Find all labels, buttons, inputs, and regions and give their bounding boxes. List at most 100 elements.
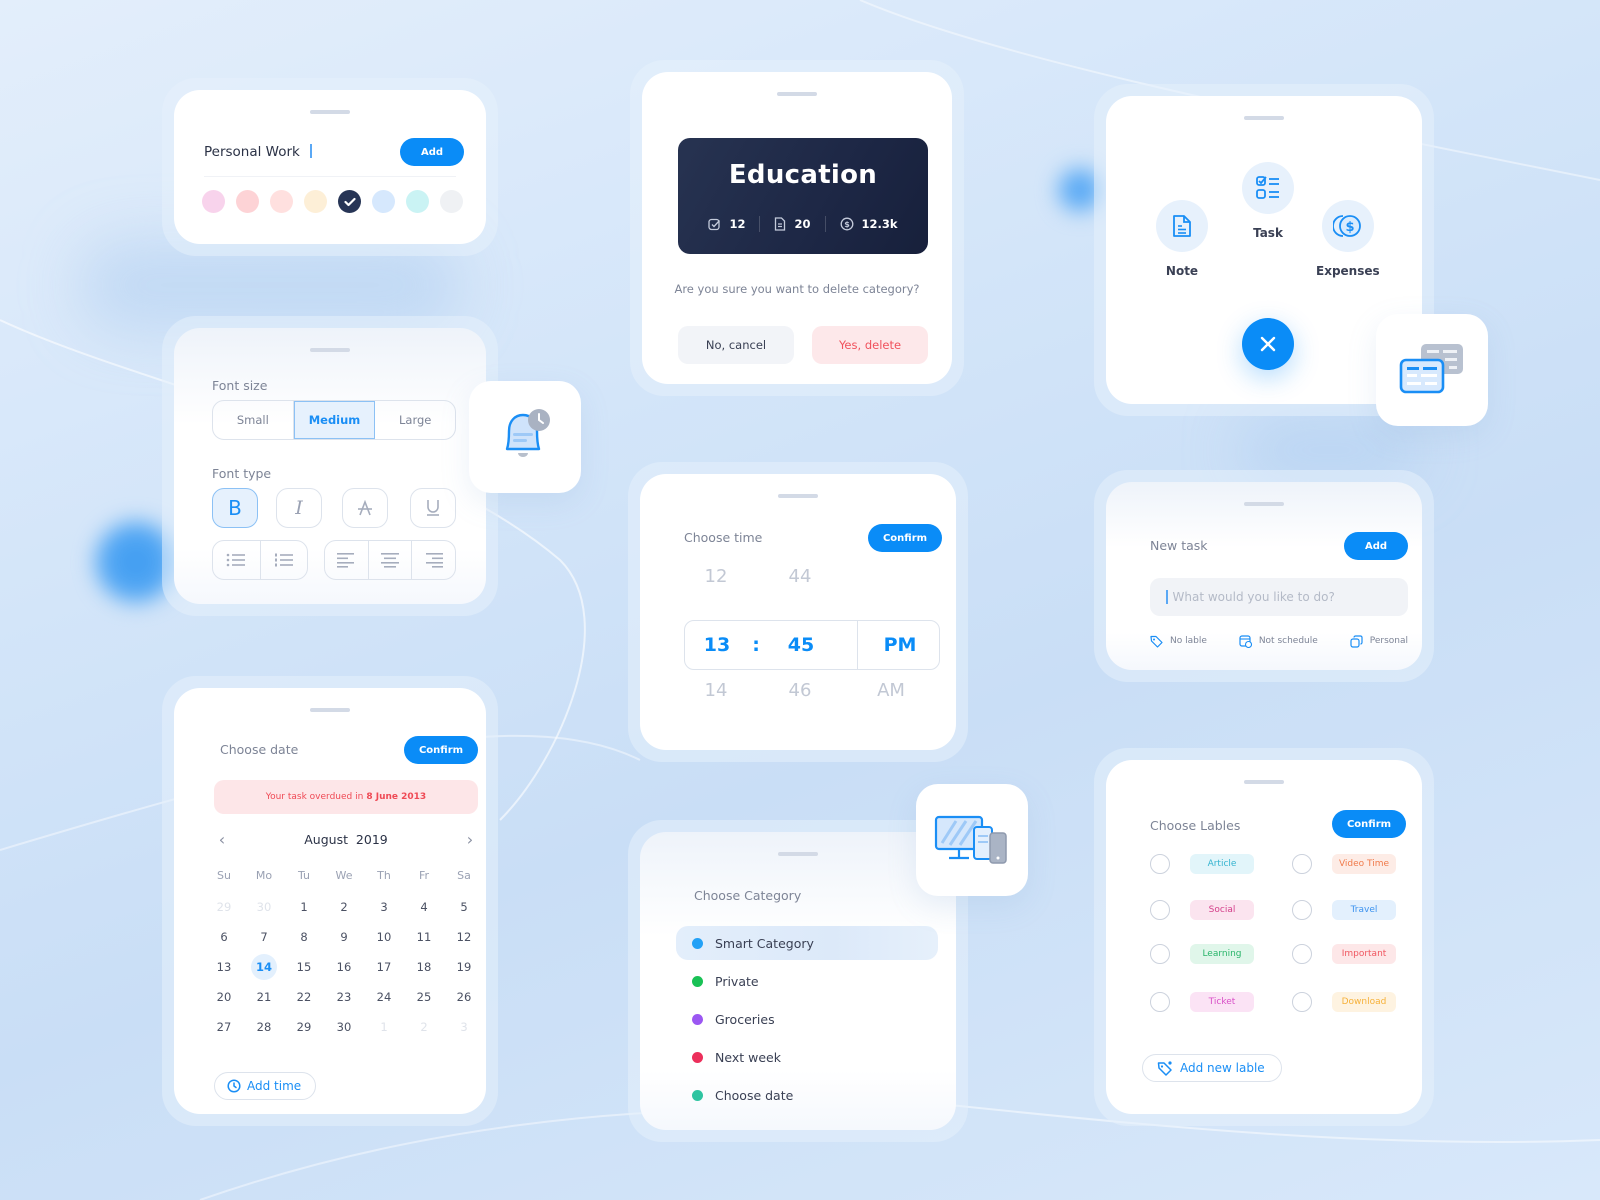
label-radio[interactable]	[1292, 992, 1312, 1012]
calendar-day[interactable]: 3	[444, 1012, 484, 1042]
drag-handle[interactable]	[778, 852, 818, 856]
calendar-day[interactable]: 30	[324, 1012, 364, 1042]
category-item[interactable]: Choose date	[676, 1078, 938, 1112]
calendar-day[interactable]: 4	[404, 892, 444, 922]
calendar-day[interactable]: 19	[444, 952, 484, 982]
color-swatch[interactable]	[304, 190, 327, 213]
calendar-day[interactable]: 26	[444, 982, 484, 1012]
calendar-day[interactable]: 27	[204, 1012, 244, 1042]
calendar-day[interactable]: 2	[324, 892, 364, 922]
hour-value[interactable]: 13	[687, 621, 747, 669]
italic-button[interactable]: I	[276, 488, 322, 528]
schedule-option[interactable]: Not schedule	[1239, 634, 1318, 648]
confirm-button[interactable]: Confirm	[404, 736, 478, 764]
hour-prev[interactable]: 12	[686, 566, 746, 587]
drag-handle[interactable]	[1244, 116, 1284, 120]
calendar-day[interactable]: 8	[284, 922, 324, 952]
color-swatch[interactable]	[372, 190, 395, 213]
calendar-day[interactable]: 12	[444, 922, 484, 952]
task-action[interactable]: Task	[1242, 162, 1294, 240]
calendar-day[interactable]: 10	[364, 922, 404, 952]
drag-handle[interactable]	[1244, 502, 1284, 506]
calendar-day[interactable]: 2	[404, 1012, 444, 1042]
color-swatch[interactable]	[270, 190, 293, 213]
calendar-day-selected[interactable]: 14	[244, 952, 284, 982]
calendar-day[interactable]: 22	[284, 982, 324, 1012]
add-button[interactable]: Add	[400, 138, 464, 166]
minute-next[interactable]: 46	[770, 680, 830, 701]
calendar-day[interactable]: 13	[204, 952, 244, 982]
label-option[interactable]: Video Time	[1292, 854, 1422, 874]
label-radio[interactable]	[1150, 900, 1170, 920]
period-value[interactable]: PM	[865, 621, 935, 669]
category-name-input[interactable]: Personal Work	[204, 144, 300, 160]
category-item[interactable]: Next week	[676, 1040, 938, 1074]
calendar-day[interactable]: 30	[244, 892, 284, 922]
calendar-day[interactable]: 9	[324, 922, 364, 952]
color-swatch[interactable]	[236, 190, 259, 213]
calendar-day[interactable]: 24	[364, 982, 404, 1012]
label-radio[interactable]	[1150, 944, 1170, 964]
calendar-day[interactable]: 6	[204, 922, 244, 952]
minute-prev[interactable]: 44	[770, 566, 830, 587]
size-small-option[interactable]: Small	[213, 401, 294, 439]
label-option[interactable]: Important	[1292, 944, 1422, 964]
calendar-day[interactable]: 20	[204, 982, 244, 1012]
color-swatch[interactable]	[440, 190, 463, 213]
calendar-day[interactable]: 18	[404, 952, 444, 982]
cancel-button[interactable]: No, cancel	[678, 326, 794, 364]
chevron-right-icon[interactable]: ›	[462, 830, 478, 849]
bullet-list-button[interactable]	[213, 541, 261, 579]
color-swatch[interactable]	[406, 190, 429, 213]
calendar-day[interactable]: 28	[244, 1012, 284, 1042]
calendar-day[interactable]: 21	[244, 982, 284, 1012]
color-swatch[interactable]	[202, 190, 225, 213]
add-new-label-button[interactable]: Add new lable	[1142, 1054, 1282, 1082]
calendar-day[interactable]: 15	[284, 952, 324, 982]
period-next[interactable]: AM	[856, 680, 926, 701]
label-radio[interactable]	[1292, 944, 1312, 964]
calendar-day[interactable]: 29	[204, 892, 244, 922]
label-option[interactable]: Ticket	[1150, 992, 1280, 1012]
expenses-action[interactable]: $ Expenses	[1316, 200, 1380, 278]
size-large-option[interactable]: Large	[375, 401, 455, 439]
label-radio[interactable]	[1150, 992, 1170, 1012]
label-radio[interactable]	[1292, 900, 1312, 920]
delete-button[interactable]: Yes, delete	[812, 326, 928, 364]
drag-handle[interactable]	[777, 92, 817, 96]
label-radio[interactable]	[1150, 854, 1170, 874]
task-input[interactable]: What would you like to do?	[1150, 578, 1408, 616]
drag-handle[interactable]	[778, 494, 818, 498]
label-radio[interactable]	[1292, 854, 1312, 874]
calendar-day[interactable]: 3	[364, 892, 404, 922]
category-item[interactable]: Groceries	[676, 1002, 938, 1036]
align-left-button[interactable]	[325, 541, 369, 579]
hour-next[interactable]: 14	[686, 680, 746, 701]
minute-value[interactable]: 45	[771, 621, 831, 669]
calendar-day[interactable]: 16	[324, 952, 364, 982]
category-item[interactable]: Private	[676, 964, 938, 998]
calendar-day[interactable]: 5	[444, 892, 484, 922]
category-option[interactable]: Personal	[1350, 634, 1408, 648]
calendar-day[interactable]: 23	[324, 982, 364, 1012]
close-button[interactable]	[1242, 318, 1294, 370]
bold-button[interactable]: B	[212, 488, 258, 528]
drag-handle[interactable]	[310, 110, 350, 114]
drag-handle[interactable]	[310, 708, 350, 712]
label-option[interactable]: Social	[1150, 900, 1280, 920]
strikethrough-button[interactable]	[342, 488, 388, 528]
add-task-button[interactable]: Add	[1344, 532, 1408, 560]
calendar-day[interactable]: 1	[284, 892, 324, 922]
calendar-day[interactable]: 29	[284, 1012, 324, 1042]
color-swatch-selected[interactable]	[338, 190, 361, 213]
align-right-button[interactable]	[412, 541, 455, 579]
underline-button[interactable]	[410, 488, 456, 528]
label-option[interactable]: Travel	[1292, 900, 1422, 920]
drag-handle[interactable]	[1244, 780, 1284, 784]
category-item[interactable]: Smart Category	[676, 926, 938, 960]
add-time-button[interactable]: Add time	[214, 1072, 317, 1100]
calendar-day[interactable]: 1	[364, 1012, 404, 1042]
calendar-day[interactable]: 25	[404, 982, 444, 1012]
label-option[interactable]: Article	[1150, 854, 1280, 874]
label-option[interactable]: No lable	[1150, 634, 1207, 648]
